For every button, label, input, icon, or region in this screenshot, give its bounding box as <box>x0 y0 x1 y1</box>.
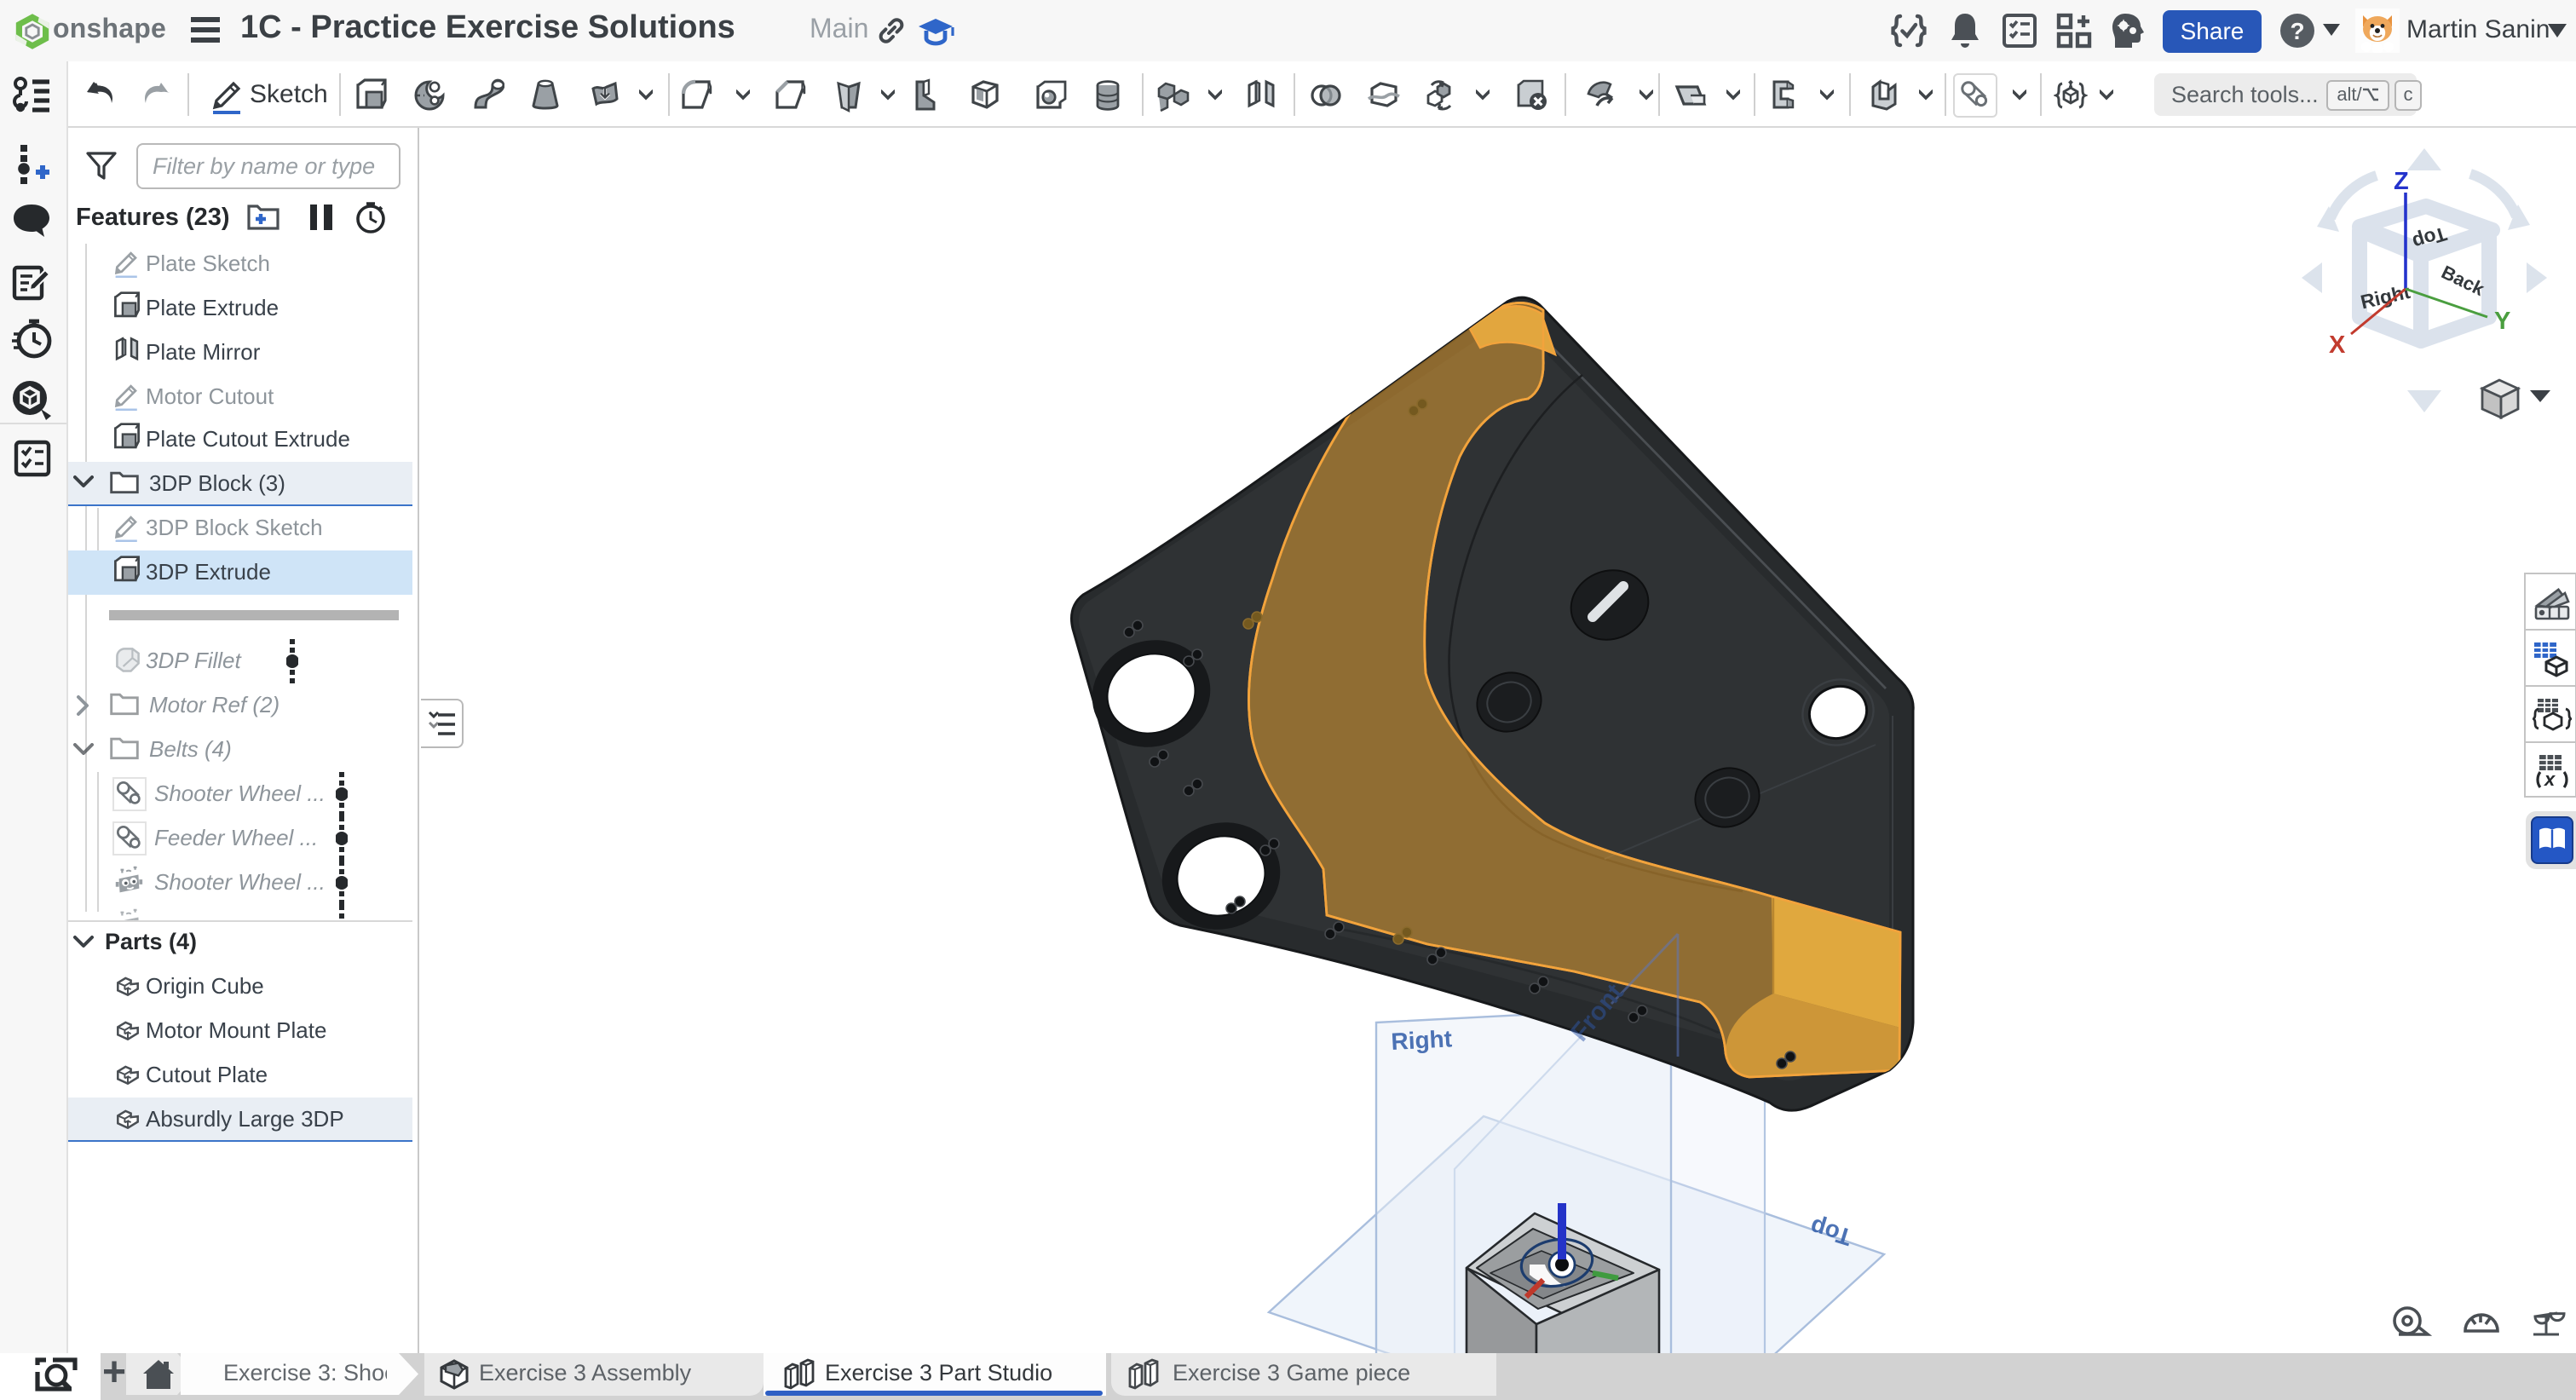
svg-text:Y: Y <box>2493 308 2510 335</box>
svg-text:?: ? <box>2290 18 2304 44</box>
svg-text:Right: Right <box>1390 1025 1452 1055</box>
svg-text:x: x <box>2543 768 2555 789</box>
svg-text:Z: Z <box>2393 168 2408 195</box>
svg-text:X: X <box>2328 331 2345 359</box>
